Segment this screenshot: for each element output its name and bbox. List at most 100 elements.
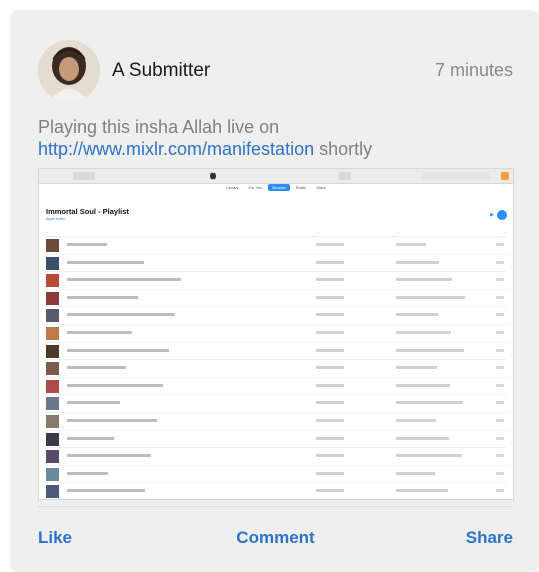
track-duration — [496, 471, 504, 475]
avatar[interactable] — [38, 40, 100, 102]
track-artist — [316, 489, 344, 493]
track-album — [396, 418, 436, 422]
screenshot-tab: Radio — [295, 185, 307, 190]
track-album — [396, 471, 435, 475]
track-artist — [316, 436, 344, 440]
track-title — [67, 401, 120, 405]
track-row — [46, 413, 506, 431]
track-duration — [496, 313, 504, 317]
track-duration — [496, 260, 504, 264]
comment-button[interactable]: Comment — [236, 528, 314, 548]
track-duration — [496, 278, 504, 282]
screenshot-tab: Browse — [268, 184, 290, 191]
track-title — [67, 260, 144, 264]
track-duration — [496, 348, 504, 352]
track-album — [396, 330, 451, 334]
track-row — [46, 237, 506, 255]
track-row — [46, 360, 506, 378]
track-title — [67, 471, 108, 475]
post-body: Playing this insha Allah live on http://… — [38, 116, 518, 160]
track-title — [67, 383, 163, 387]
like-button[interactable]: Like — [38, 528, 72, 548]
track-row — [46, 466, 506, 484]
post-link[interactable]: http://www.mixlr.com/manifestation — [38, 139, 314, 159]
track-row — [46, 272, 506, 290]
track-row — [46, 483, 506, 499]
post-timestamp: 7 minutes — [434, 60, 513, 80]
post-text-after: shortly — [314, 139, 373, 159]
track-artist — [316, 348, 344, 352]
track-album — [396, 366, 437, 370]
track-duration — [496, 243, 504, 246]
track-artwork — [46, 362, 59, 376]
track-title — [67, 489, 145, 493]
track-artist — [316, 330, 344, 334]
playlist-title: Immortal Soul - Playlist — [46, 207, 129, 216]
track-artist — [316, 454, 344, 458]
track-duration — [496, 454, 504, 458]
track-row — [46, 290, 506, 308]
track-duration — [496, 436, 504, 440]
account-icon — [501, 172, 509, 180]
more-icon — [497, 210, 507, 220]
track-album — [396, 436, 449, 440]
track-title — [67, 454, 151, 458]
apple-logo-icon — [210, 172, 216, 180]
playlist-subtitle: Apple Music — [46, 217, 66, 221]
divider — [38, 506, 513, 507]
screenshot-tab: Library — [226, 185, 239, 190]
track-album — [396, 348, 464, 352]
track-artwork — [46, 326, 59, 340]
shuffle-icon: ▶ — [490, 212, 494, 218]
track-artist — [316, 471, 344, 475]
track-artwork — [46, 432, 59, 446]
track-row — [46, 343, 506, 361]
track-title — [67, 243, 107, 246]
track-album — [396, 278, 452, 282]
track-artwork — [46, 344, 59, 358]
track-album — [396, 489, 448, 493]
track-title — [67, 278, 181, 282]
track-artist — [316, 366, 344, 370]
track-artwork — [46, 291, 59, 305]
track-title — [67, 295, 138, 299]
post-text: Playing this insha Allah live on — [38, 117, 280, 137]
track-duration — [496, 489, 504, 493]
track-album — [396, 243, 426, 246]
track-row — [46, 448, 506, 466]
track-artwork — [46, 467, 59, 481]
track-duration — [496, 366, 504, 370]
share-button[interactable]: Share — [466, 528, 513, 548]
track-album — [396, 313, 438, 317]
track-list — [46, 237, 506, 499]
track-artwork — [46, 414, 59, 428]
track-artwork — [46, 274, 59, 288]
track-album — [396, 401, 463, 405]
track-artist — [316, 418, 344, 422]
avatar-image — [38, 40, 100, 102]
track-artwork — [46, 485, 59, 499]
track-row — [46, 325, 506, 343]
track-artist — [316, 278, 344, 282]
track-title — [67, 330, 132, 334]
track-album — [396, 260, 439, 264]
track-duration — [496, 418, 504, 422]
screenshot-tabs: Library For You Browse Radio Store — [39, 184, 513, 196]
track-title — [67, 313, 175, 317]
track-album — [396, 454, 462, 458]
screenshot-tab: For You — [248, 185, 263, 190]
track-album — [396, 295, 465, 299]
author-name[interactable]: A Submitter — [112, 60, 210, 82]
track-title — [67, 418, 157, 422]
track-artist — [316, 260, 344, 264]
track-duration — [496, 383, 504, 387]
track-row — [46, 431, 506, 449]
attached-screenshot[interactable]: Library For You Browse Radio Store Immortal … — [38, 168, 514, 500]
track-artist — [316, 295, 344, 299]
track-artwork — [46, 450, 59, 464]
track-artwork — [46, 379, 59, 393]
track-artist — [316, 401, 344, 405]
screenshot-toolbar — [39, 169, 513, 184]
track-artwork — [46, 256, 59, 270]
track-duration — [496, 295, 504, 299]
